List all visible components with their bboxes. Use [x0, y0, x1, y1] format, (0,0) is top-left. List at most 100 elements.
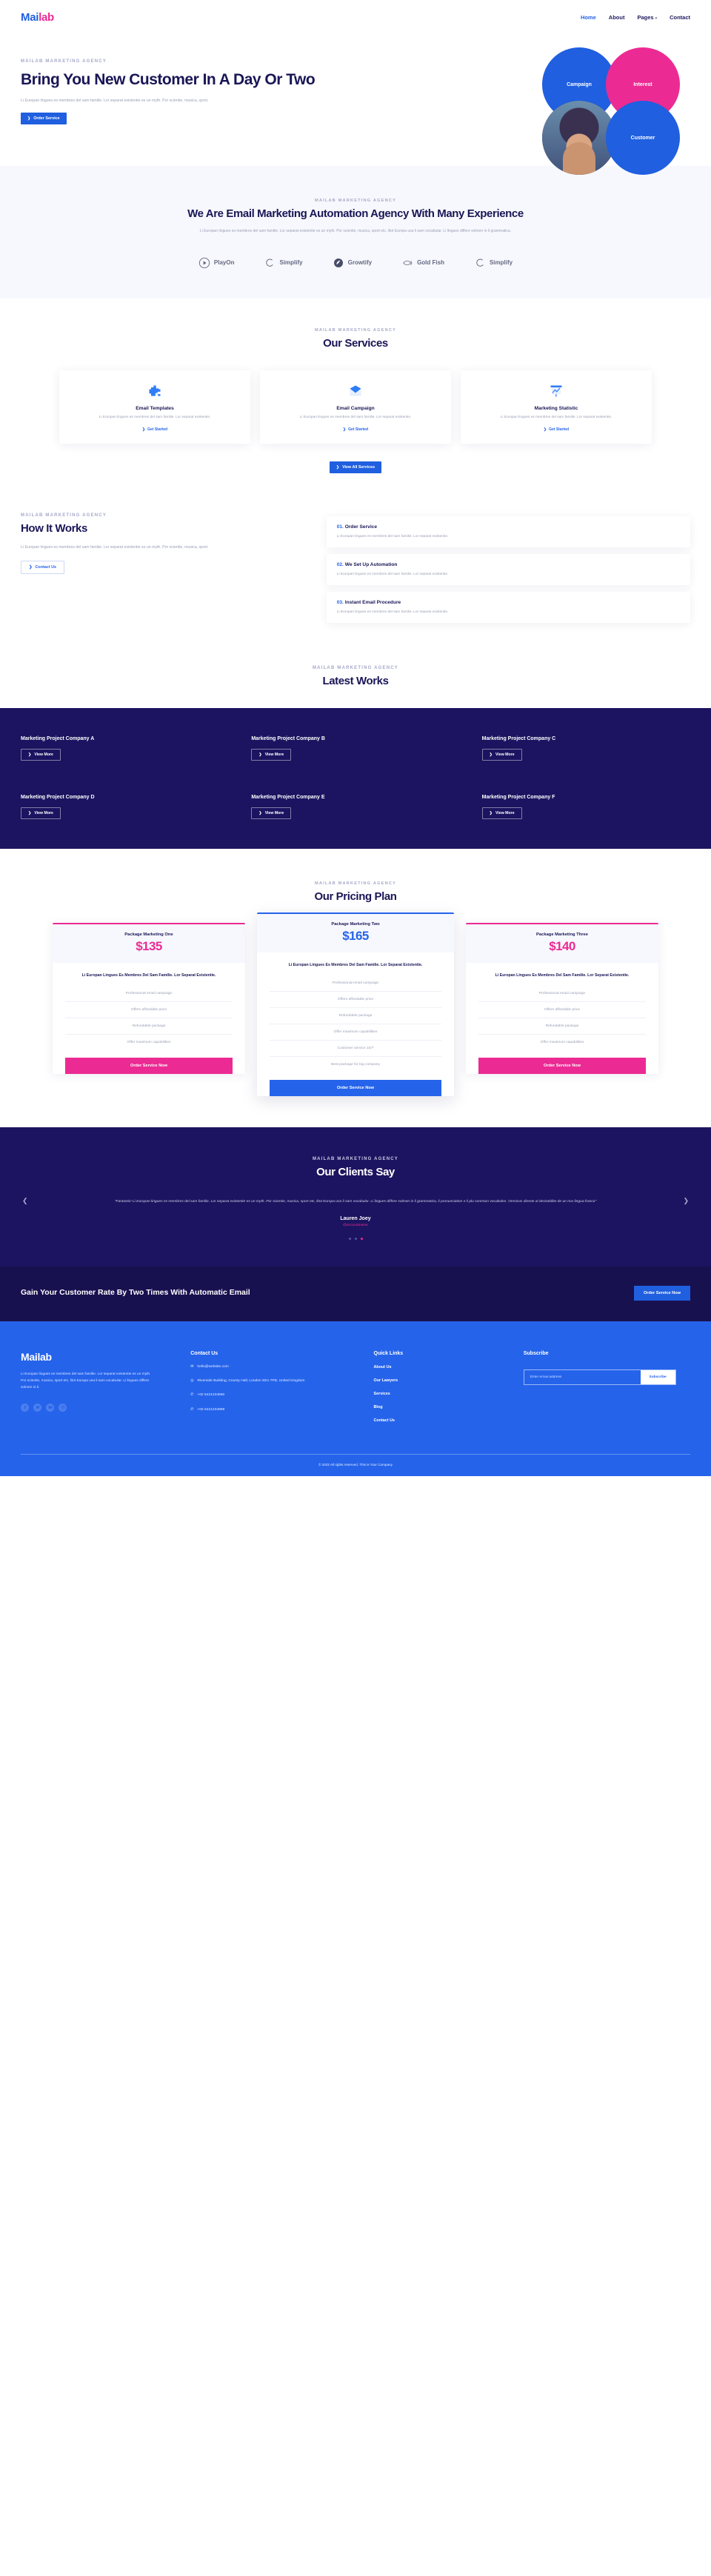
nav-item-about[interactable]: About	[609, 14, 625, 21]
feature-item: Offers affordable price	[478, 1002, 646, 1018]
testimonial-dot-1[interactable]	[348, 1237, 351, 1240]
footer-link-about-us[interactable]: About Us	[374, 1365, 507, 1369]
footer-logo[interactable]: Mailab	[21, 1351, 174, 1363]
footer-contact-phone1-row[interactable]: ✆ +02 5421234560	[190, 1392, 357, 1398]
work-item-b[interactable]: Marketing Project Company B ❯ View More	[251, 736, 459, 761]
pricing-card-two[interactable]: Package Marketing Two $165 Li Europan Li…	[257, 912, 454, 1096]
nav-item-contact[interactable]: Contact	[670, 14, 690, 21]
order-service-button[interactable]: ❯ Order Service	[21, 112, 67, 124]
service-card-campaign-link[interactable]: ❯ Get Started	[343, 427, 368, 432]
brand-simplify-1[interactable]: Simplify	[264, 257, 303, 269]
brand-logo[interactable]: Mailab	[21, 11, 54, 24]
work-item-e-button[interactable]: ❯ View More	[251, 807, 292, 819]
nav-item-pages-label: Pages	[637, 13, 654, 21]
service-card-templates-link[interactable]: ❯ Get Started	[142, 427, 167, 432]
work-item-b-title: Marketing Project Company B	[251, 735, 325, 741]
brand-simplify-2[interactable]: Simplify	[474, 257, 513, 269]
pricing-card-three-button[interactable]: Order Service Now	[478, 1057, 646, 1074]
testimonial-prev-arrow[interactable]: ❮	[22, 1197, 28, 1205]
about-paragraph: Li Europan lingues es membres del sam fa…	[199, 228, 512, 233]
brand-logo-part1: Mai	[21, 10, 39, 24]
brand-playon[interactable]: PlayOn	[198, 257, 235, 269]
works-grid: Marketing Project Company A ❯ View More M…	[21, 736, 690, 819]
brand-goldfish[interactable]: Gold Fish	[401, 257, 444, 269]
pricing-card-three-body: Li Europan Lingues Es Membres Del Sam Fa…	[466, 963, 658, 1074]
fish-icon	[403, 260, 413, 265]
testimonial-next-arrow[interactable]: ❯	[683, 1197, 689, 1205]
footer-link-services[interactable]: Services	[374, 1392, 507, 1396]
work-item-d-button[interactable]: ❯ View More	[21, 807, 61, 819]
subscribe-email-input[interactable]	[524, 1369, 641, 1384]
footer-quicklinks-col: Quick Links About Us Our Lawyers Service…	[374, 1351, 507, 1423]
footer: Mailab Li Europan lingues es membres del…	[0, 1321, 711, 1476]
service-card-campaign-title: Email Campaign	[336, 405, 375, 411]
testimonial-section: ❮ ❯ MAILAB MARKETING AGENCY Our Clients …	[0, 1127, 711, 1267]
footer-link-contact-us[interactable]: Contact Us	[374, 1418, 507, 1423]
pricing-card-three-lead: Li Europan Lingues Es Membres Del Sam Fa…	[495, 973, 630, 978]
contact-us-button[interactable]: ❯ Contact Us	[21, 561, 64, 574]
footer-contact-col: Contact Us ✉ hello@website.com ◎ Riversi…	[190, 1351, 357, 1423]
testimonial-dot-3[interactable]	[360, 1237, 363, 1240]
swirl-icon	[266, 258, 273, 267]
brand-playon-label: PlayOn	[213, 259, 235, 267]
pricing-cards: Package Marketing One $135 Li Europan Li…	[0, 912, 711, 1096]
work-item-a-button[interactable]: ❯ View More	[21, 748, 61, 761]
work-item-a[interactable]: Marketing Project Company A ❯ View More	[21, 736, 229, 761]
view-all-services-button[interactable]: ❯ View All Services	[329, 461, 382, 473]
brand-growtify[interactable]: Growtify	[333, 257, 372, 269]
pricing-card-three[interactable]: Package Marketing Three $140 Li Europan …	[466, 923, 658, 1074]
pricing-card-two-button[interactable]: Order Service Now	[270, 1079, 441, 1096]
pricing-heading: MAILAB MARKETING AGENCY Our Pricing Plan	[0, 881, 711, 904]
footer-link-blog[interactable]: Blog	[374, 1405, 507, 1409]
feature-item: Professional email campaign	[65, 986, 233, 1002]
pricing-card-one-button[interactable]: Order Service Now	[65, 1057, 233, 1074]
footer-contact-email-row[interactable]: ✉ hello@website.com	[190, 1364, 357, 1370]
cta-order-button[interactable]: Order Service Now	[633, 1285, 690, 1301]
work-item-f[interactable]: Marketing Project Company F ❯ View More	[481, 795, 690, 819]
hero-circle-customer[interactable]: Customer	[606, 101, 680, 175]
work-item-e[interactable]: Marketing Project Company E ❯ View More	[251, 795, 459, 819]
pricing-card-two-price: $165	[342, 929, 369, 944]
work-item-c[interactable]: Marketing Project Company C ❯ View More	[481, 736, 690, 761]
work-item-b-button[interactable]: ❯ View More	[251, 748, 292, 761]
view-all-services-label: View All Services	[342, 464, 375, 470]
testimonial-dot-2[interactable]	[354, 1237, 357, 1240]
how-step-1-desc: Li Europan lingues es membres del sam fa…	[336, 534, 449, 538]
twitter-icon[interactable]	[33, 1403, 41, 1412]
service-card-campaign[interactable]: Email Campaign Li Europan lingues es mem…	[260, 370, 451, 444]
service-card-campaign-desc: Li Europan lingues es membres del sam fa…	[299, 415, 412, 419]
footer-contact-phone2-row[interactable]: ✆ +02 5421234999	[190, 1407, 357, 1413]
subscribe-button[interactable]: Subscribe	[640, 1369, 675, 1384]
work-item-f-button[interactable]: ❯ View More	[481, 807, 522, 819]
subscribe-form: Subscribe	[523, 1369, 676, 1385]
youtube-icon[interactable]	[46, 1403, 54, 1412]
chevron-right-icon: ❯	[27, 116, 31, 121]
instagram-icon[interactable]	[59, 1403, 67, 1412]
how-paragraph: Li Europan lingues es membres del sam fa…	[21, 544, 209, 550]
service-card-templates[interactable]: Email Templates Li Europan lingues es me…	[59, 370, 250, 444]
pricing-card-one[interactable]: Package Marketing One $135 Li Europan Li…	[53, 923, 245, 1074]
how-step-2[interactable]: 02. We Set Up Automation Li Europan ling…	[326, 553, 690, 585]
service-card-statistic[interactable]: Marketing Statistic Li Europan lingues e…	[461, 370, 652, 444]
footer-link-our-lawyers[interactable]: Our Lawyers	[374, 1378, 507, 1383]
nav-item-home[interactable]: Home	[581, 14, 596, 21]
feature-item: Customer service 24/7	[270, 1041, 441, 1057]
service-card-statistic-link[interactable]: ❯ Get Started	[544, 427, 569, 432]
footer-subscribe-heading: Subscribe	[523, 1350, 549, 1356]
pricing-card-three-features: Professional email campaign Offers affor…	[478, 986, 646, 1050]
how-step-1[interactable]: 01. Order Service Li Europan lingues es …	[326, 515, 690, 547]
hero-paragraph: Li Europan lingues es membres del sam fa…	[21, 98, 209, 103]
testimonial-dots	[21, 1237, 690, 1240]
footer-socials	[21, 1403, 174, 1412]
facebook-icon[interactable]	[21, 1403, 29, 1412]
how-step-3[interactable]: 03. Instant Email Procedure Li Europan l…	[326, 591, 690, 623]
feature-item: Refundable package	[270, 1008, 441, 1024]
works-eyebrow: MAILAB MARKETING AGENCY	[312, 665, 399, 670]
work-item-c-button[interactable]: ❯ View More	[481, 748, 522, 761]
service-link-label: Get Started	[147, 427, 168, 432]
pricing-card-three-price: $140	[549, 939, 575, 954]
how-it-works-intro: MAILAB MARKETING AGENCY How It Works Li …	[21, 513, 309, 623]
nav-item-pages[interactable]: Pages ▾	[637, 14, 657, 21]
work-item-d[interactable]: Marketing Project Company D ❯ View More	[21, 795, 229, 819]
chevron-right-icon: ❯	[258, 810, 262, 815]
